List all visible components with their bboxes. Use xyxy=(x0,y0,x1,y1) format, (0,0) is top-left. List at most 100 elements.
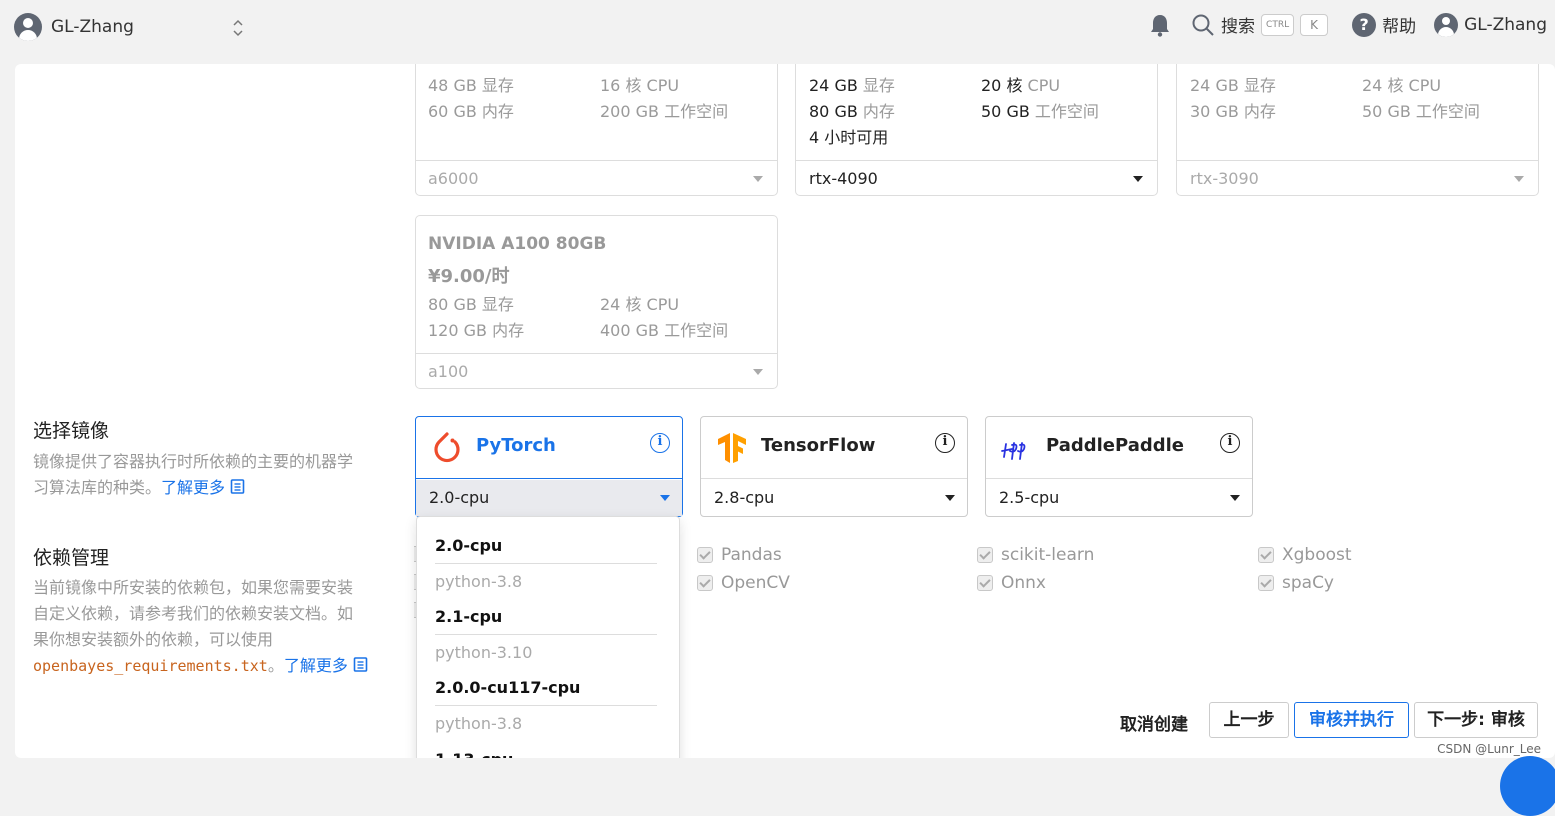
divider xyxy=(435,705,657,706)
pytorch-version-select[interactable]: 2.0-cpu xyxy=(416,480,682,516)
dropdown-option-python[interactable]: python-3.8 xyxy=(435,572,522,591)
doc-icon xyxy=(230,479,245,494)
image-card-tensorflow[interactable]: TensorFlow i 2.8-cpu xyxy=(700,416,968,517)
bell-icon[interactable] xyxy=(1149,13,1171,37)
main-panel: 48 GB 显存 16 核 CPU 60 GB 内存 200 GB 工作空间 a… xyxy=(15,64,1555,758)
image-name: PyTorch xyxy=(476,435,556,456)
caret-down-icon[interactable] xyxy=(1133,176,1143,182)
spec-ram: 120 GB 内存 xyxy=(428,317,524,341)
gpu-card-rtx4090[interactable]: 24 GB 显存 20 核 CPU 80 GB 内存 50 GB 工作空间 4 … xyxy=(795,64,1158,196)
image-card-pytorch[interactable]: PyTorch i 2.0-cpu xyxy=(415,416,683,517)
account-name: GL-Zhang xyxy=(1464,15,1547,35)
dep-scikit-learn: scikit-learn xyxy=(977,545,1094,565)
image-card-header[interactable]: TensorFlow i xyxy=(701,417,967,479)
floating-action-button[interactable] xyxy=(1500,756,1555,816)
gpu-select-value[interactable]: rtx-4090 xyxy=(809,169,878,188)
checkbox xyxy=(977,575,993,591)
doc-icon xyxy=(353,657,368,672)
avatar xyxy=(14,13,42,41)
image-section-desc: 镜像提供了容器执行时所依赖的主要的机器学 习算法库的种类。了解更多 xyxy=(33,449,393,501)
spec-cpu: 24 核 CPU xyxy=(600,291,679,315)
dep-label: Onnx xyxy=(1001,573,1046,593)
caret-down-icon xyxy=(1230,495,1240,501)
gpu-card-a6000[interactable]: 48 GB 显存 16 核 CPU 60 GB 内存 200 GB 工作空间 a… xyxy=(415,64,778,196)
kbd-k: K xyxy=(1300,14,1328,36)
prev-step-button[interactable]: 上一步 xyxy=(1209,702,1289,738)
dep-onnx: Onnx xyxy=(977,573,1046,593)
kbd-ctrl: CTRL xyxy=(1261,14,1294,36)
dropdown-option-python[interactable]: python-3.8 xyxy=(435,714,522,733)
dep-spacy: spaCy xyxy=(1258,573,1334,593)
spec-vram: 24 GB 显存 xyxy=(809,72,895,96)
dropdown-option[interactable]: 2.0-cpu xyxy=(435,536,502,555)
help-label: 帮助 xyxy=(1382,12,1416,37)
deps-learn-more-link[interactable]: 了解更多 xyxy=(284,656,368,675)
workspace-user-name: GL-Zhang xyxy=(51,17,134,37)
caret-down-icon xyxy=(945,495,955,501)
gpu-card-a100[interactable]: NVIDIA A100 80GB ¥9.00/时 80 GB 显存 24 核 C… xyxy=(415,215,778,389)
dropdown-option[interactable]: 2.1-cpu xyxy=(435,607,502,626)
dropdown-option[interactable]: 2.0.0-cu117-cpu xyxy=(435,678,580,697)
spec-workspace: 400 GB 工作空间 xyxy=(600,317,728,341)
dep-label: scikit-learn xyxy=(1001,545,1094,565)
image-card-header[interactable]: PaddlePaddle i xyxy=(986,417,1252,479)
tensorflow-version-select[interactable]: 2.8-cpu xyxy=(701,480,967,516)
deps-section-title: 依赖管理 xyxy=(33,543,109,570)
review-and-run-button[interactable]: 审核并执行 xyxy=(1294,702,1409,738)
dropdown-option-python[interactable]: python-3.10 xyxy=(435,643,532,662)
deps-desc-line3: 果你想安装额外的依赖，可以使用 xyxy=(33,627,403,653)
pytorch-logo-icon xyxy=(430,431,464,465)
image-card-header[interactable]: PyTorch i xyxy=(416,417,682,479)
caret-down-icon[interactable] xyxy=(753,176,763,182)
chevron-updown-icon[interactable] xyxy=(232,18,244,38)
next-step-review-button[interactable]: 下一步: 审核 xyxy=(1414,702,1538,738)
checkbox xyxy=(697,547,713,563)
dep-label: OpenCV xyxy=(721,573,790,593)
dep-label: spaCy xyxy=(1282,573,1334,593)
info-icon[interactable]: i xyxy=(650,433,670,453)
dep-label: Pandas xyxy=(721,545,782,565)
divider xyxy=(435,563,657,564)
gpu-select-value[interactable]: a6000 xyxy=(428,169,479,188)
spec-workspace-unit: 工作空间 xyxy=(1030,102,1099,121)
paddle-version-select[interactable]: 2.5-cpu xyxy=(986,480,1252,516)
account-avatar xyxy=(1434,13,1458,37)
spec-workspace: 50 GB 工作空间 xyxy=(981,98,1099,122)
requirements-filename: openbayes_requirements.txt xyxy=(33,657,268,675)
divider xyxy=(416,353,777,354)
image-desc-line2-wrap: 习算法库的种类。了解更多 xyxy=(33,475,393,501)
selected-version: 2.5-cpu xyxy=(999,488,1059,507)
version-dropdown-menu[interactable]: 2.0-cpu python-3.8 2.1-cpu python-3.10 2… xyxy=(416,516,680,758)
gpu-card-price: ¥9.00/时 xyxy=(428,262,510,288)
dropdown-option[interactable]: 1.13-cpu xyxy=(435,750,513,758)
dep-xgboost: Xgboost xyxy=(1258,545,1352,565)
spec-vram: 48 GB 显存 xyxy=(428,72,514,96)
cancel-create-button[interactable]: 取消创建 xyxy=(1120,710,1188,735)
divider xyxy=(1177,160,1538,161)
account-menu[interactable]: GL-Zhang xyxy=(1434,13,1547,37)
image-card-paddle[interactable]: PaddlePaddle i 2.5-cpu xyxy=(985,416,1253,517)
divider xyxy=(796,160,1157,161)
image-learn-more-link[interactable]: 了解更多 xyxy=(161,478,245,497)
help-button[interactable]: ? 帮助 xyxy=(1352,12,1416,37)
workspace-switcher[interactable]: GL-Zhang xyxy=(14,13,134,41)
caret-down-icon[interactable] xyxy=(1514,176,1524,182)
info-icon[interactable]: i xyxy=(1220,433,1240,453)
caret-down-icon[interactable] xyxy=(753,369,763,375)
spec-vram-unit: 显存 xyxy=(858,76,895,95)
divider xyxy=(435,634,657,635)
checkbox xyxy=(1258,547,1274,563)
spec-cpu-unit: CPU xyxy=(1022,76,1060,95)
learn-more-label: 了解更多 xyxy=(161,478,225,497)
spec-ram: 60 GB 内存 xyxy=(428,98,514,122)
checkbox xyxy=(977,547,993,563)
image-name: PaddlePaddle xyxy=(1046,435,1184,456)
search-button[interactable]: 搜索 CTRL K xyxy=(1191,12,1328,37)
gpu-select-value[interactable]: a100 xyxy=(428,362,468,381)
gpu-card-rtx3090[interactable]: 24 GB 显存 24 核 CPU 30 GB 内存 50 GB 工作空间 rt… xyxy=(1176,64,1539,196)
image-desc-line1: 镜像提供了容器执行时所依赖的主要的机器学 xyxy=(33,449,393,475)
caret-down-icon xyxy=(660,495,670,501)
gpu-select-value[interactable]: rtx-3090 xyxy=(1190,169,1259,188)
spec-ram: 30 GB 内存 xyxy=(1190,98,1276,122)
info-icon[interactable]: i xyxy=(935,433,955,453)
